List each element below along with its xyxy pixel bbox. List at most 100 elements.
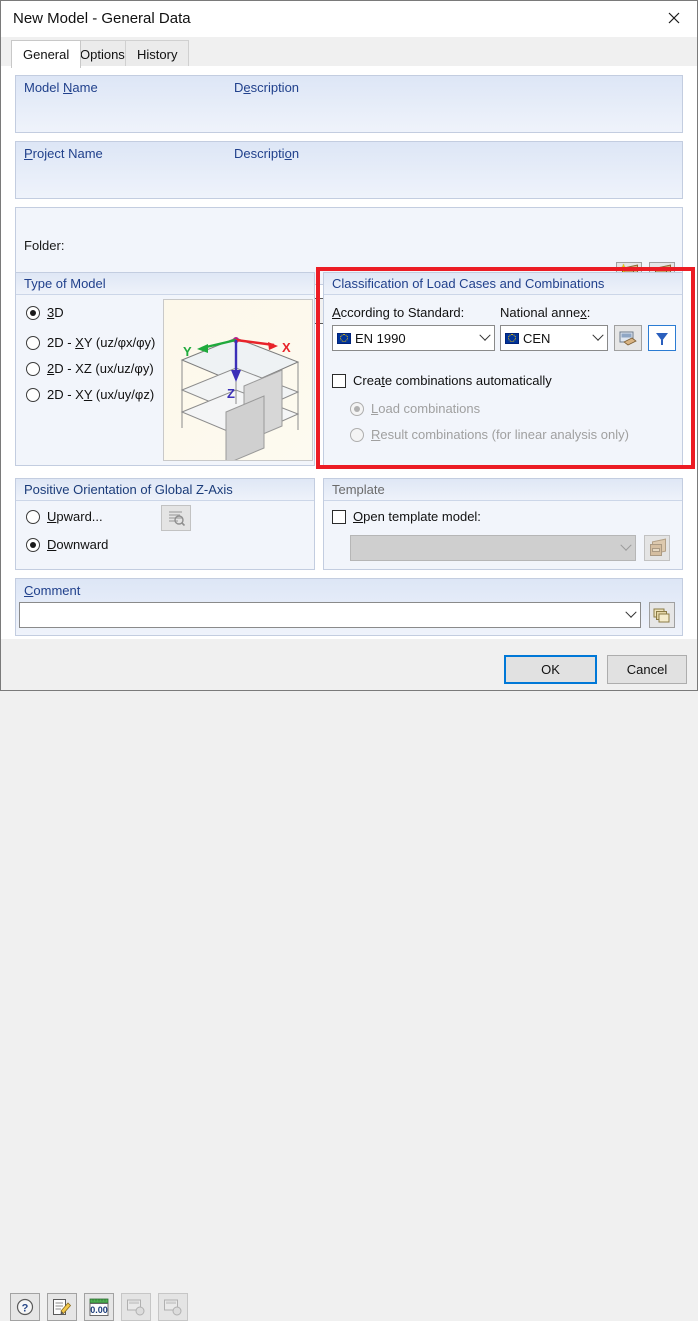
template-dropdown-arrow[interactable] <box>616 536 635 560</box>
template-cabinet-icon[interactable] <box>644 535 670 561</box>
z-axis-title: Positive Orientation of Global Z-Axis <box>24 482 233 497</box>
edit-standard-glyph <box>619 331 637 345</box>
funnel-filter-icon[interactable] <box>648 325 676 351</box>
dialog-footer: ? 0.00 OK Cancel <box>1 639 697 1321</box>
z-axis-group: Positive Orientation of Global Z-Axis Up… <box>15 478 315 570</box>
template-group: Template Open template model: <box>323 478 683 570</box>
export-word-glyph <box>164 1299 182 1316</box>
export-word-icon[interactable] <box>158 1293 188 1321</box>
close-glyph <box>668 12 680 24</box>
comment-stack-icon[interactable] <box>649 602 675 628</box>
open-template-checkbox[interactable]: Open template model: <box>332 509 481 524</box>
tab-options-label: Options <box>80 46 125 62</box>
radio-3d-dot <box>26 305 40 320</box>
radio-2d-xy-uz-label: 2D - XY (uz/φx/φy) <box>47 335 156 350</box>
edit-note-glyph <box>53 1299 72 1315</box>
ok-button-label: OK <box>541 662 560 677</box>
model-description-label: Description <box>234 80 300 95</box>
cancel-button[interactable]: Cancel <box>607 655 687 684</box>
standard-dropdown-arrow[interactable] <box>475 326 494 350</box>
comment-stack-glyph <box>653 608 670 622</box>
create-combinations-checkbox[interactable]: Create combinations automatically <box>332 373 552 388</box>
type-of-model-group: Type of Model 3D 2D - XY (uz/φx/φy) 2D -… <box>15 272 315 466</box>
tab-general-label: General <box>23 47 70 62</box>
standard-combobox[interactable]: EN 1990 <box>332 325 495 351</box>
general-tab-page: Model Name Description Project Name Desc… <box>1 66 697 639</box>
model-preview-svg: X Y Z <box>180 337 300 460</box>
template-cabinet-glyph <box>648 538 667 557</box>
funnel-glyph <box>655 332 669 345</box>
export-excel-glyph <box>127 1299 145 1316</box>
model-preview-image: X Y Z <box>163 299 313 461</box>
edit-standard-icon[interactable] <box>614 325 642 351</box>
comment-combobox[interactable] <box>19 602 641 628</box>
open-template-box <box>332 509 346 524</box>
export-excel-icon[interactable] <box>121 1293 151 1321</box>
axis-y-label: Y <box>183 344 192 359</box>
template-title: Template <box>332 482 385 497</box>
help-glyph: ? <box>16 1298 33 1315</box>
open-template-label: Open template model: <box>353 509 481 524</box>
create-combinations-label: Create combinations automatically <box>353 373 552 388</box>
radio-result-combinations-label: Result combinations (for linear analysis… <box>371 427 629 442</box>
new-model-dialog: New Model - General Data General Options… <box>0 0 698 1321</box>
model-name-label: Model Name <box>24 80 98 95</box>
radio-z-downward[interactable]: Downward <box>26 537 108 552</box>
radio-load-combinations-label: Load combinations <box>371 401 481 416</box>
national-annex-label: National annex: <box>500 305 591 320</box>
radio-upward-label: Upward... <box>47 509 103 524</box>
standard-value: EN 1990 <box>355 330 406 346</box>
radio-2d-xy-uz-dot <box>26 335 40 350</box>
according-to-standard-label: According to Standard: <box>332 305 465 320</box>
preview-list-icon[interactable] <box>161 505 191 531</box>
eu-flag-icon-annex <box>505 332 519 344</box>
svg-text:?: ? <box>21 1302 28 1314</box>
type-of-model-title: Type of Model <box>24 276 106 291</box>
tab-general[interactable]: General <box>11 40 82 68</box>
national-annex-value: CEN <box>523 330 551 346</box>
edit-note-icon[interactable] <box>47 1293 77 1321</box>
classification-title: Classification of Load Cases and Combina… <box>332 276 605 291</box>
radio-3d-label: 3D <box>47 305 64 320</box>
comment-label: Comment <box>24 583 81 598</box>
national-annex-combobox[interactable]: CEN <box>500 325 608 351</box>
radio-result-combinations[interactable]: Result combinations (for linear analysis… <box>350 427 629 442</box>
window-title: New Model - General Data <box>13 10 191 27</box>
radio-2d-xy-ux-label: 2D - XY (ux/uy/φz) <box>47 387 155 402</box>
cancel-button-label: Cancel <box>626 662 668 677</box>
project-name-label: Project Name <box>24 146 103 161</box>
template-combobox[interactable] <box>350 535 636 561</box>
radio-2d-xz-dot <box>26 361 40 376</box>
units-icon[interactable]: 0.00 <box>84 1293 114 1321</box>
radio-load-combinations[interactable]: Load combinations <box>350 401 480 416</box>
ok-button[interactable]: OK <box>504 655 597 684</box>
close-icon[interactable] <box>651 1 697 35</box>
classification-group: Classification of Load Cases and Combina… <box>323 272 683 466</box>
radio-downward-dot <box>26 537 40 552</box>
radio-model-2d-xy-uz[interactable]: 2D - XY (uz/φx/φy) <box>26 335 155 350</box>
radio-downward-label: Downward <box>47 537 109 552</box>
tab-history[interactable]: History <box>125 40 190 67</box>
annex-dropdown-arrow[interactable] <box>588 326 607 350</box>
title-bar: New Model - General Data <box>1 1 697 37</box>
radio-z-upward[interactable]: Upward... <box>26 509 103 524</box>
project-name-section: Project Name Description <box>15 141 683 199</box>
radio-result-combinations-dot <box>350 427 364 442</box>
help-icon[interactable]: ? <box>10 1293 40 1321</box>
model-name-section: Model Name Description <box>15 75 683 133</box>
comment-dropdown-arrow[interactable] <box>621 603 640 627</box>
eu-flag-icon <box>337 332 351 344</box>
radio-model-2d-xz[interactable]: 2D - XZ (ux/uz/φy) <box>26 361 154 376</box>
folder-label: Folder: <box>24 238 65 253</box>
radio-model-3d[interactable]: 3D <box>26 305 64 320</box>
create-combinations-box <box>332 373 346 388</box>
radio-upward-dot <box>26 509 40 524</box>
axis-z-label: Z <box>227 386 235 401</box>
radio-load-combinations-dot <box>350 401 364 416</box>
tab-history-label: History <box>137 46 178 62</box>
preview-list-glyph <box>169 511 185 526</box>
tab-strip: General Options History <box>1 37 697 68</box>
radio-model-2d-xy-ux[interactable]: 2D - XY (ux/uy/φz) <box>26 387 154 402</box>
radio-2d-xy-ux-dot <box>26 387 40 402</box>
radio-2d-xz-label: 2D - XZ (ux/uz/φy) <box>47 361 154 376</box>
